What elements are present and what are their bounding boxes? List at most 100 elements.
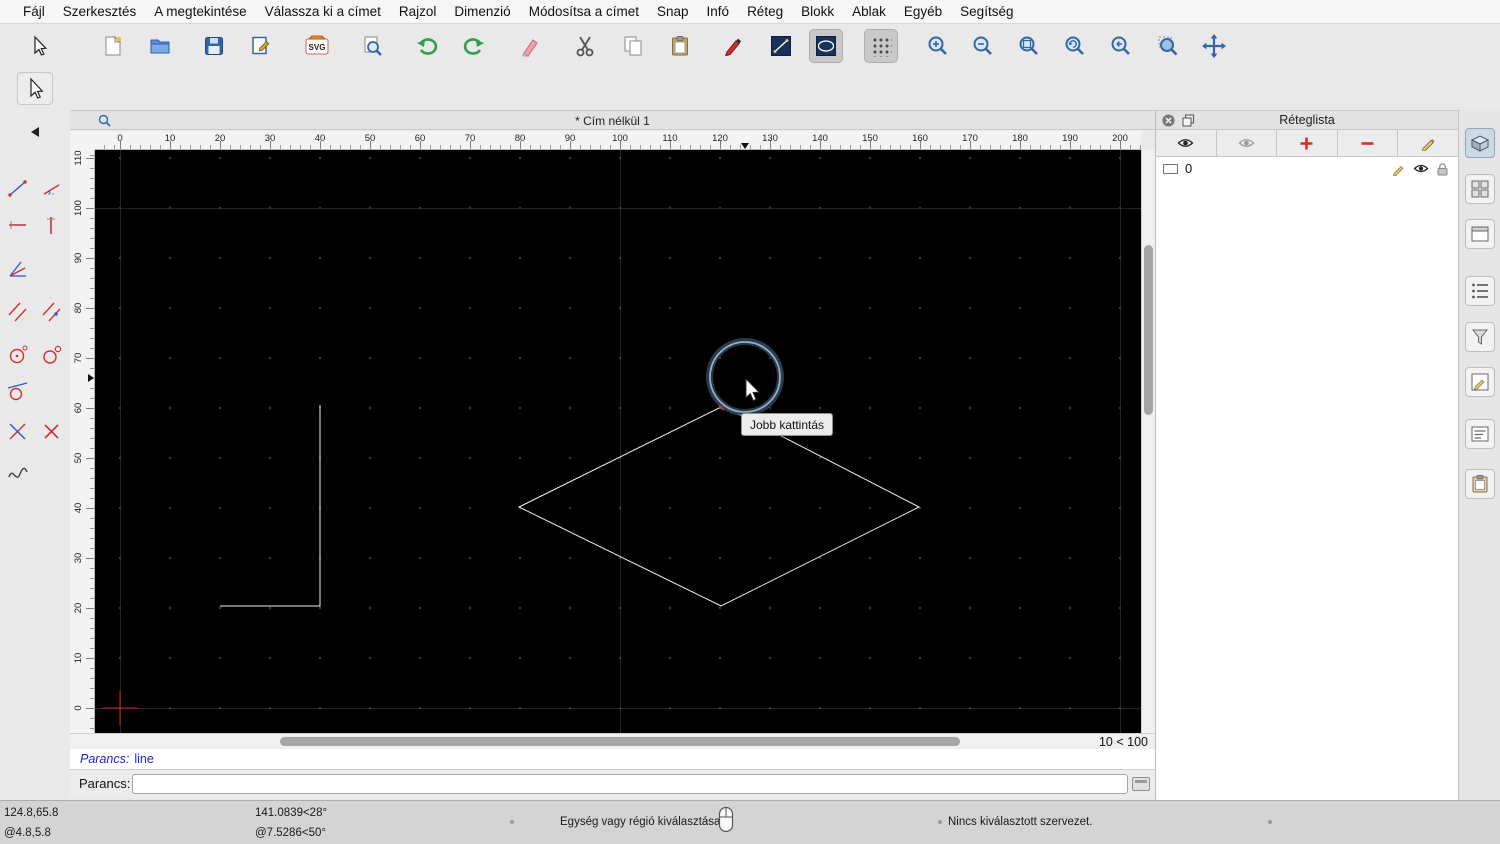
circle-center-tool[interactable] xyxy=(2,338,34,372)
divide-cross-icon xyxy=(44,424,59,439)
menu-snap[interactable]: Snap xyxy=(648,4,698,19)
horizontal-scrollbar-thumb[interactable] xyxy=(280,737,960,746)
grid-toggle-button[interactable] xyxy=(864,29,898,63)
erase-button[interactable] xyxy=(513,29,547,63)
save-as-icon xyxy=(252,36,270,55)
line-horizontal-tool[interactable] xyxy=(2,209,34,243)
drawing-canvas[interactable]: Jobb kattintás xyxy=(95,150,1141,733)
clipboard-icon xyxy=(672,36,688,56)
show-all-layers-button[interactable] xyxy=(1156,130,1217,156)
cut-button[interactable] xyxy=(568,29,602,63)
menu-modify[interactable]: Módosítsa a címet xyxy=(520,4,648,19)
zoom-window-button[interactable] xyxy=(1151,29,1185,63)
dock-entity-list-toggle[interactable] xyxy=(1465,276,1495,306)
collapse-tools-button[interactable] xyxy=(4,124,66,140)
line-parallel-tool[interactable] xyxy=(2,295,34,329)
modify-divide-tool[interactable] xyxy=(36,415,68,449)
line-vertical-tool[interactable] xyxy=(36,209,68,243)
new-document-button[interactable] xyxy=(96,29,130,63)
vertical-scrollbar[interactable] xyxy=(1141,150,1155,733)
menu-block[interactable]: Blokk xyxy=(792,4,843,19)
dock-block-list-toggle[interactable] xyxy=(1465,174,1495,204)
cursor-arrow-icon xyxy=(34,35,48,56)
copy-button[interactable] xyxy=(616,29,650,63)
line-two-points-tool[interactable] xyxy=(2,172,34,206)
export-svg-button[interactable]: SVG xyxy=(300,29,334,63)
zoom-out-button[interactable] xyxy=(966,29,1000,63)
dock-command-widget-toggle[interactable] xyxy=(1465,419,1495,449)
paste-button[interactable] xyxy=(663,29,697,63)
zoom-in-button[interactable] xyxy=(921,29,955,63)
dock-clipboard-toggle[interactable] xyxy=(1465,469,1495,499)
print-preview-button[interactable] xyxy=(355,29,389,63)
document-title: * Cím nélkül 1 xyxy=(575,114,650,128)
remove-layer-button[interactable] xyxy=(1338,130,1399,156)
layer-lock-icon[interactable] xyxy=(1436,162,1449,176)
layer-visible-eye-icon[interactable] xyxy=(1413,162,1429,175)
menu-help[interactable]: Segítség xyxy=(951,4,1022,19)
menu-info[interactable]: Infó xyxy=(698,4,739,19)
cursor-position-marker-h xyxy=(741,143,749,149)
menu-file[interactable]: Fájl xyxy=(14,4,54,19)
line-two-points-icon xyxy=(8,180,27,197)
menu-window[interactable]: Ablak xyxy=(843,4,895,19)
save-button[interactable] xyxy=(197,29,231,63)
add-layer-button[interactable] xyxy=(1277,130,1338,156)
redo-button[interactable] xyxy=(457,29,491,63)
pan-arrows-icon xyxy=(1202,34,1226,58)
circle-two-points-tool[interactable] xyxy=(36,338,68,372)
line-tool-icon xyxy=(771,36,791,56)
menu-layer[interactable]: Réteg xyxy=(738,4,792,19)
select-pointer-button[interactable] xyxy=(22,29,56,63)
hide-all-layers-button[interactable] xyxy=(1217,130,1278,156)
line-bisector-tool[interactable] xyxy=(2,252,34,286)
menu-view[interactable]: A megtekintése xyxy=(145,4,255,19)
line-parallel-point-tool[interactable] xyxy=(36,295,68,329)
menu-draw[interactable]: Rajzol xyxy=(390,4,446,19)
vruler-label: 90 xyxy=(73,252,84,264)
dock-filter-toggle[interactable] xyxy=(1465,322,1495,352)
menu-bar: Fájl Szerkesztés A megtekintése Válassza… xyxy=(0,0,1500,24)
pen-attributes-button[interactable] xyxy=(716,29,750,63)
polar-relative: @7.5286<50° xyxy=(255,827,326,839)
dock-pen-palette-toggle[interactable] xyxy=(1465,367,1495,397)
ellipse-tool-button[interactable] xyxy=(809,29,843,63)
open-file-button[interactable] xyxy=(143,29,177,63)
layer-row-0[interactable]: 0 xyxy=(1156,157,1458,180)
menu-dimension[interactable]: Dimenzió xyxy=(445,4,519,19)
selection-tool-button[interactable] xyxy=(17,72,53,105)
menu-edit[interactable]: Szerkesztés xyxy=(54,4,146,19)
horizontal-scrollbar[interactable]: 10 < 100 xyxy=(70,733,1155,749)
entity-rhombus[interactable] xyxy=(517,405,921,607)
menu-select[interactable]: Válassza ki a címet xyxy=(256,4,390,19)
undo-button[interactable] xyxy=(410,29,444,63)
layer-edit-pencil-icon[interactable] xyxy=(1392,162,1406,176)
entity-l-polyline[interactable] xyxy=(220,405,321,607)
command-options-button[interactable] xyxy=(1132,777,1150,791)
spline-tool[interactable] xyxy=(2,458,34,492)
left-tool-panel xyxy=(0,110,70,800)
modify-trim-tool[interactable] xyxy=(2,415,34,449)
zoom-auto-button[interactable] xyxy=(1012,29,1046,63)
dock-layer-list-toggle[interactable] xyxy=(1465,128,1495,158)
edit-layer-button[interactable] xyxy=(1398,130,1458,156)
circle-tangent-tool[interactable] xyxy=(2,374,34,408)
dock-library-browser-toggle[interactable] xyxy=(1465,219,1495,249)
hruler-label: 70 xyxy=(464,133,476,144)
vertical-scrollbar-thumb[interactable] xyxy=(1144,245,1153,415)
line-angle-tool[interactable] xyxy=(36,172,68,206)
command-row: Parancs: xyxy=(70,770,1155,798)
zoom-pan-button[interactable] xyxy=(1197,29,1231,63)
origin-crosshair-icon xyxy=(102,690,138,726)
save-as-button[interactable] xyxy=(244,29,278,63)
zoom-redraw-button[interactable] xyxy=(1058,29,1092,63)
line-tool-button[interactable] xyxy=(764,29,798,63)
menu-other[interactable]: Egyéb xyxy=(895,4,951,19)
new-document-icon xyxy=(105,35,122,56)
copy-icon xyxy=(624,36,642,56)
redo-arrow-icon xyxy=(463,38,484,55)
ellipse-tool-icon xyxy=(816,36,836,56)
command-input[interactable] xyxy=(132,774,1128,794)
zoom-previous-button[interactable] xyxy=(1104,29,1138,63)
right-click-tooltip: Jobb kattintás xyxy=(741,413,833,436)
